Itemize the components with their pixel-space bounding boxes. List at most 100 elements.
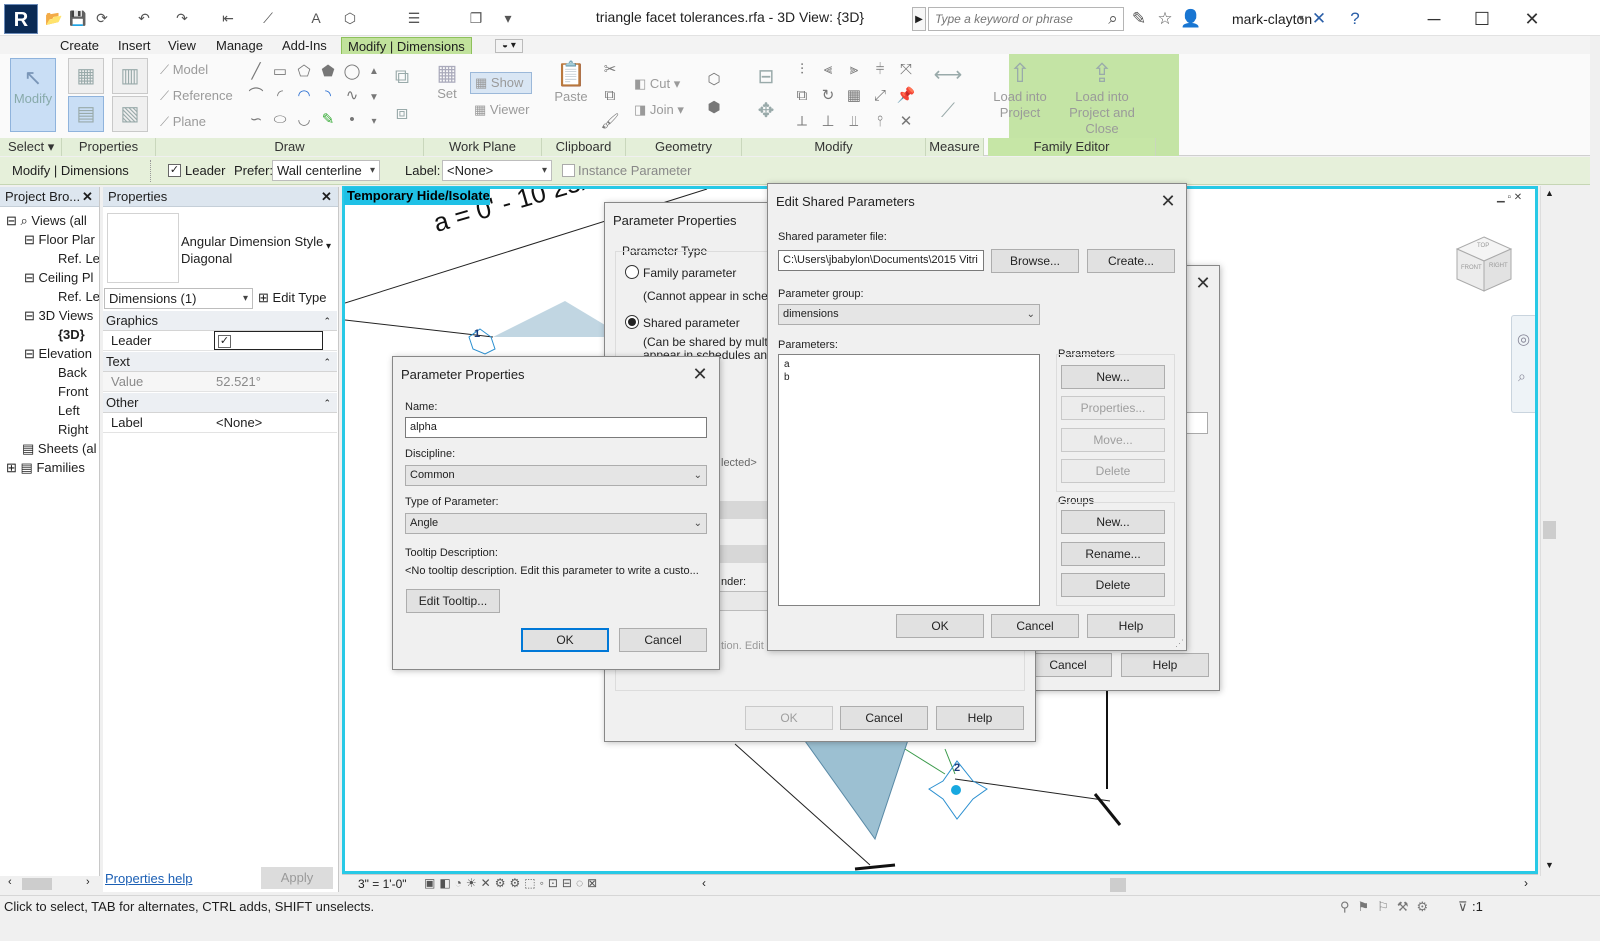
tree-left[interactable]: Left: [0, 401, 99, 420]
type-selector[interactable]: Angular Dimension Style Diagonal: [181, 233, 323, 267]
delete-icon[interactable]: ✕: [896, 112, 916, 132]
create-button[interactable]: Create...: [1087, 249, 1175, 273]
family-types-icon[interactable]: ▥: [112, 58, 148, 94]
line-icon[interactable]: ╱: [246, 62, 266, 82]
sync-icon[interactable]: ⟳: [92, 8, 112, 28]
offset-icon[interactable]: ⫶: [792, 60, 812, 80]
model-line-button[interactable]: ⟋ Model: [160, 62, 208, 78]
instance-parameter-checkbox[interactable]: [562, 164, 575, 177]
tree-right[interactable]: Right: [0, 420, 99, 439]
tab-add-ins[interactable]: Add-Ins: [276, 37, 333, 55]
pick-lines-icon[interactable]: ✎: [318, 110, 338, 130]
trim-single-icon[interactable]: ⊥: [818, 112, 838, 132]
ok-button[interactable]: OK: [896, 614, 984, 638]
gallery-up-icon[interactable]: ▲: [364, 62, 384, 82]
close-icon[interactable]: ✕: [1188, 270, 1218, 296]
search-expand-icon[interactable]: ▶: [912, 7, 926, 31]
cancel-button[interactable]: Cancel: [619, 628, 707, 652]
tree-ref-level-1[interactable]: Ref. Le: [0, 249, 99, 268]
ok-button[interactable]: OK: [521, 628, 609, 652]
leader-value-checkbox-cell[interactable]: ✓: [214, 331, 323, 350]
list-item[interactable]: a: [784, 358, 1034, 371]
prefer-dropdown[interactable]: Wall centerline ▾: [272, 160, 380, 181]
gallery-more-icon[interactable]: ▾: [364, 112, 384, 132]
symbolic-line-icon[interactable]: ⧉: [384, 60, 420, 96]
trim-icon[interactable]: ⟂: [792, 112, 812, 132]
browse-button[interactable]: Browse...: [991, 249, 1079, 273]
measure-between-icon[interactable]: ⟷: [930, 58, 966, 94]
show-work-plane-button[interactable]: ▦ Show: [470, 72, 532, 94]
mirror-pick-icon[interactable]: ⫷: [818, 60, 838, 80]
open-icon[interactable]: 📂: [44, 8, 64, 28]
mirror-draw-icon[interactable]: ⫸: [844, 60, 864, 80]
minimize-button[interactable]: ─: [1414, 6, 1454, 32]
cut-geometry-button[interactable]: ◧ Cut ▾: [634, 76, 680, 92]
scale-icon[interactable]: ⤢: [870, 86, 890, 106]
scroll-thumb[interactable]: [1543, 521, 1556, 539]
reference-line-button[interactable]: ⟋ Reference: [160, 88, 233, 104]
tab-manage[interactable]: Manage: [210, 37, 269, 55]
save-icon[interactable]: 💾: [68, 8, 88, 28]
rectangle-icon[interactable]: ▭: [270, 62, 290, 82]
help-button[interactable]: Help: [1121, 653, 1209, 677]
view-scale[interactable]: 3" = 1'-0": [358, 877, 407, 891]
maximize-button[interactable]: ☐: [1462, 6, 1502, 32]
close-icon[interactable]: ✕: [82, 187, 93, 207]
arc-tangent-icon[interactable]: ◠: [294, 86, 314, 106]
split-face-icon[interactable]: ⬡: [704, 70, 724, 90]
tab-create[interactable]: Create: [54, 37, 105, 55]
scroll-up-icon[interactable]: ▲: [1545, 188, 1554, 198]
close-window-button[interactable]: ✕: [1512, 6, 1552, 32]
customize-qat-icon[interactable]: ▾: [498, 8, 518, 28]
spline-icon[interactable]: ∿: [342, 86, 362, 106]
properties-help-link[interactable]: Properties help: [105, 871, 192, 886]
3d-view-icon[interactable]: ⬡: [340, 8, 360, 28]
steering-wheel-icon[interactable]: ◎: [1517, 330, 1530, 348]
binoculars-icon[interactable]: ⌕: [1102, 8, 1124, 30]
leader-checkbox[interactable]: ✓: [168, 164, 181, 177]
text-icon[interactable]: A: [306, 8, 326, 28]
ribbon-minimize-icon[interactable]: ◒ ▾: [495, 39, 523, 53]
new-parameter-button[interactable]: New...: [1061, 365, 1165, 389]
section-text[interactable]: Text ⌃: [103, 352, 337, 372]
help-icon[interactable]: ?: [1344, 8, 1366, 30]
point-marker-1[interactable]: 1: [474, 328, 480, 340]
search-input[interactable]: [928, 7, 1124, 31]
scroll-right-icon[interactable]: ›: [1524, 876, 1528, 890]
delete-parameter-button[interactable]: Delete: [1061, 459, 1165, 483]
exchange-apps-icon[interactable]: ✕: [1308, 8, 1330, 30]
selection-filter-icons[interactable]: ⚲⚑⚐⚒⚙: [1340, 896, 1436, 918]
tree-elevations[interactable]: ⊟ Elevation: [0, 344, 99, 363]
apply-button[interactable]: Apply: [261, 867, 333, 889]
cancel-button[interactable]: Cancel: [1024, 653, 1112, 677]
tab-modify-dimensions[interactable]: Modify | Dimensions: [341, 37, 472, 55]
cut-scissors-icon[interactable]: ✂: [600, 60, 620, 80]
edit-tooltip-button[interactable]: Edit Tooltip...: [406, 589, 500, 613]
tree-back[interactable]: Back: [0, 363, 99, 382]
name-input[interactable]: alpha: [405, 417, 707, 438]
ellipse-arc-icon[interactable]: ∽: [246, 110, 266, 130]
gallery-down-icon[interactable]: ▼: [364, 88, 384, 108]
tree-3d-view[interactable]: {3D}: [0, 325, 99, 344]
viewport-vscrollbar[interactable]: ▲ ▼: [1540, 186, 1558, 876]
copy-icon[interactable]: ⧉: [600, 86, 620, 106]
paint-icon[interactable]: ⬢: [704, 98, 724, 118]
scroll-left-icon[interactable]: ‹: [8, 876, 12, 888]
undo-icon[interactable]: ↶: [134, 8, 154, 28]
section-graphics[interactable]: Graphics ⌃: [103, 311, 337, 331]
tree-front[interactable]: Front: [0, 382, 99, 401]
hscroll-thumb[interactable]: [1110, 878, 1126, 892]
align-icon[interactable]: ⊟: [748, 60, 784, 96]
viewer-button[interactable]: ▦ Viewer: [474, 102, 529, 118]
viewport-window-controls[interactable]: ▁ ▫ ✕: [1497, 192, 1522, 203]
type-of-parameter-dropdown[interactable]: Angle ⌄: [405, 513, 707, 534]
thin-lines-icon[interactable]: ☰: [404, 8, 424, 28]
modify-button[interactable]: ↖ Modify: [10, 58, 56, 132]
partial-ellipse-icon[interactable]: ◡: [294, 110, 314, 130]
resize-grip-icon[interactable]: ⋰: [1175, 638, 1184, 649]
ok-button[interactable]: OK: [745, 706, 833, 730]
viewcube[interactable]: TOP FRONT RIGHT: [1455, 235, 1513, 293]
move-parameter-button[interactable]: Move...: [1061, 428, 1165, 452]
parameters-list[interactable]: a b: [778, 354, 1040, 606]
panel-select[interactable]: Select ▾: [0, 138, 62, 156]
